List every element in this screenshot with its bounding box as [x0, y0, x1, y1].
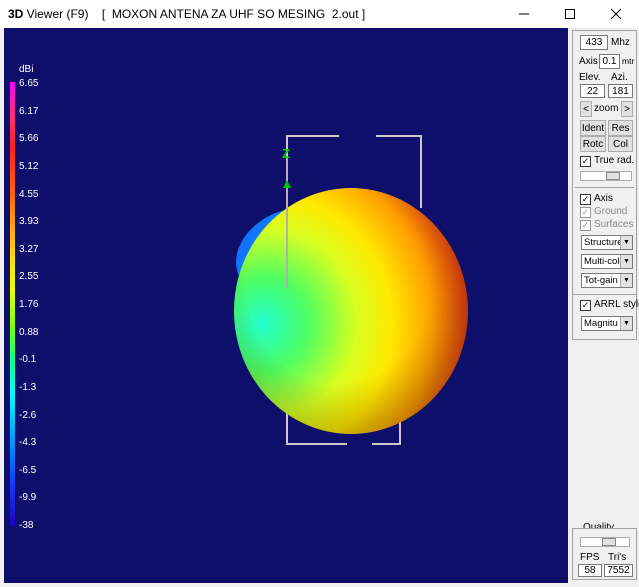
- magnitude-select[interactable]: Magnitu ▼: [581, 316, 633, 331]
- gain-type-select[interactable]: Tot-gain ▼: [581, 273, 633, 288]
- surfaces-label: Surfaces: [594, 219, 634, 230]
- chevron-down-icon: ▼: [620, 317, 632, 330]
- true-rad-label: True rad.: [594, 155, 635, 166]
- arrl-style-label: ARRL style: [594, 299, 639, 310]
- zoom-label: zoom: [594, 103, 619, 114]
- axis-size-unit: mtr: [622, 56, 635, 66]
- control-panel: 433 Mhz Axis 0.1 mtr Elev. Azi. 22 181 <…: [569, 28, 639, 587]
- z-axis-arrow: [283, 180, 291, 188]
- ident-button[interactable]: Ident: [580, 120, 606, 136]
- structure-select[interactable]: Structure ▼: [581, 235, 633, 250]
- radiation-pattern-plot: Z: [234, 135, 468, 445]
- slider-thumb[interactable]: [606, 172, 620, 180]
- minimize-button[interactable]: [501, 0, 547, 28]
- quality-group: FPS Tri's 58 7552: [572, 528, 637, 580]
- slider-thumb[interactable]: [602, 538, 616, 546]
- azimuth-field[interactable]: 181: [608, 84, 633, 98]
- arrl-group: ✓ ARRL style Magnitu ▼: [572, 294, 639, 340]
- frequency-unit: Mhz: [611, 37, 630, 48]
- axis-size-label: Axis: [579, 56, 598, 67]
- 3d-viewport[interactable]: dBi 6.65 6.17 5.66 5.12 4.55 3.93 3.27 2.55 1.76…: [4, 28, 568, 583]
- true-rad-slider[interactable]: [580, 171, 632, 181]
- close-button[interactable]: [593, 0, 639, 28]
- axis-checkbox-label: Axis: [594, 193, 613, 204]
- fps-label: FPS: [580, 552, 600, 563]
- fps-value: 58: [578, 564, 602, 577]
- window-title: 3D Viewer (F9) [ MOXON ANTENA ZA UHF SO …: [8, 7, 366, 21]
- chevron-down-icon: ▼: [620, 255, 632, 268]
- elevation-field[interactable]: 22: [580, 84, 605, 98]
- axis-checkbox[interactable]: ✓: [580, 194, 591, 205]
- chevron-down-icon: ▼: [620, 236, 632, 249]
- frequency-field[interactable]: 433: [580, 35, 608, 50]
- zoom-out-button[interactable]: <: [580, 101, 592, 117]
- maximize-icon: [565, 9, 575, 19]
- tris-value: 7552: [604, 564, 633, 577]
- ground-label: Ground: [594, 206, 628, 217]
- rotc-button[interactable]: Rotc: [580, 136, 606, 152]
- ground-checkbox[interactable]: ✓: [580, 207, 591, 218]
- tris-label: Tri's: [608, 552, 627, 563]
- zoom-in-button[interactable]: >: [621, 101, 633, 117]
- true-rad-checkbox[interactable]: ✓: [580, 156, 591, 167]
- quality-slider[interactable]: [580, 537, 630, 547]
- z-axis-label: Z: [282, 146, 290, 161]
- title-bar: 3D Viewer (F9) [ MOXON ANTENA ZA UHF SO …: [0, 0, 639, 28]
- surfaces-checkbox[interactable]: ✓: [580, 220, 591, 231]
- res-button[interactable]: Res: [608, 120, 633, 136]
- axis-size-field[interactable]: 0.1: [599, 54, 620, 69]
- minimize-icon: [519, 13, 529, 15]
- azimuth-label: Azi.: [611, 72, 628, 83]
- color-mode-select[interactable]: Multi-colo ▼: [581, 254, 633, 269]
- divider: [575, 187, 634, 188]
- maximize-button[interactable]: [547, 0, 593, 28]
- elevation-label: Elev.: [579, 72, 601, 83]
- view-controls-group: 433 Mhz Axis 0.1 mtr Elev. Azi. 22 181 <…: [572, 30, 637, 296]
- close-icon: [610, 8, 622, 20]
- col-button[interactable]: Col: [608, 136, 633, 152]
- chevron-down-icon: ▼: [620, 274, 632, 287]
- arrl-style-checkbox[interactable]: ✓: [580, 300, 591, 311]
